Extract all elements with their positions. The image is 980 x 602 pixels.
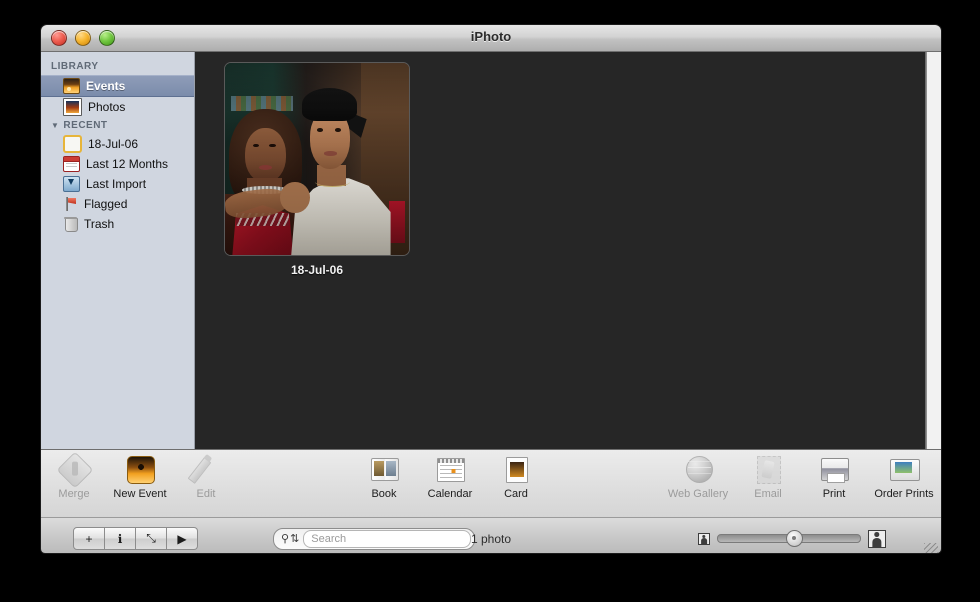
sidebar-item-events[interactable]: Events: [41, 75, 194, 97]
merge-icon: [58, 455, 90, 485]
calendar-button[interactable]: Calendar: [417, 455, 483, 500]
window-body: LIBRARY Events Photos ▼ RECENT 18-Jul-06: [41, 52, 941, 449]
resize-grip[interactable]: [924, 543, 938, 554]
email-button[interactable]: Email: [735, 455, 801, 500]
toolbar-group-middle: Book Calendar Card: [351, 455, 549, 500]
toolbar-group-right: Web Gallery Email Print Order Prints: [661, 455, 941, 500]
title-bar[interactable]: iPhoto: [41, 25, 941, 52]
merge-button[interactable]: Merge: [41, 455, 107, 500]
card-label: Card: [504, 488, 528, 500]
chevron-down-icon[interactable]: ▼: [51, 122, 59, 130]
sidebar-group-library-label: LIBRARY: [51, 61, 99, 72]
photos-icon: [63, 98, 82, 116]
web-gallery-icon: [682, 455, 714, 485]
web-gallery-label: Web Gallery: [668, 488, 728, 500]
sidebar-item-photos[interactable]: Photos: [41, 97, 194, 117]
sidebar-item-18-jul-06-label: 18-Jul-06: [88, 137, 138, 151]
edit-icon: [190, 455, 222, 485]
sidebar-item-trash[interactable]: Trash: [41, 214, 194, 234]
sidebar-item-last-import-label: Last Import: [86, 177, 146, 191]
window-title: iPhoto: [41, 29, 941, 44]
small-thumbnail-icon[interactable]: [698, 533, 710, 545]
sidebar-group-recent[interactable]: ▼ RECENT: [41, 117, 194, 134]
sidebar-item-flagged[interactable]: Flagged: [41, 194, 194, 214]
event-title[interactable]: 18-Jul-06: [224, 263, 410, 277]
book-label: Book: [371, 488, 396, 500]
sidebar-item-last-12-months-label: Last 12 Months: [86, 157, 168, 171]
print-icon: [818, 455, 850, 485]
new-event-icon: [124, 455, 156, 485]
iphoto-window: iPhoto LIBRARY Events Photos ▼ RECENT 1: [40, 24, 942, 554]
calendar-label: Calendar: [428, 488, 473, 500]
print-button[interactable]: Print: [801, 455, 867, 500]
card-icon: [500, 455, 532, 485]
new-event-label: New Event: [113, 488, 166, 500]
event-square-icon: [63, 135, 82, 153]
zoom-slider-group: [698, 530, 886, 548]
toolbar: Merge New Event Edit Book Calendar: [41, 449, 941, 518]
large-thumbnail-icon[interactable]: [868, 530, 886, 548]
events-icon: [63, 78, 80, 94]
edit-label: Edit: [197, 488, 216, 500]
zoom-slider[interactable]: [717, 534, 861, 543]
sidebar-item-last-import[interactable]: Last Import: [41, 174, 194, 194]
event-thumbnail[interactable]: [224, 62, 410, 256]
calendar-icon: [63, 156, 80, 172]
book-icon: [368, 455, 400, 485]
card-button[interactable]: Card: [483, 455, 549, 500]
order-prints-button[interactable]: Order Prints: [867, 455, 941, 500]
email-icon: [752, 455, 784, 485]
photo-canvas: 18-Jul-06: [195, 52, 941, 449]
zoom-slider-thumb[interactable]: [786, 530, 803, 547]
sidebar-item-18-jul-06[interactable]: 18-Jul-06: [41, 134, 194, 154]
edit-button[interactable]: Edit: [173, 455, 239, 500]
sidebar-item-trash-label: Trash: [84, 217, 114, 231]
print-label: Print: [823, 488, 846, 500]
sidebar-group-library: LIBRARY: [41, 58, 194, 75]
toolbar-group-left: Merge New Event Edit: [41, 455, 239, 500]
merge-label: Merge: [58, 488, 89, 500]
vertical-scrollbar[interactable]: [925, 52, 941, 449]
new-event-button[interactable]: New Event: [107, 455, 173, 500]
event-item[interactable]: 18-Jul-06: [224, 62, 410, 277]
import-icon: [63, 176, 80, 192]
order-prints-label: Order Prints: [874, 488, 933, 500]
sidebar-item-last-12-months[interactable]: Last 12 Months: [41, 154, 194, 174]
sidebar-group-recent-label: RECENT: [63, 120, 107, 131]
flag-icon: [63, 197, 78, 211]
order-prints-icon: [888, 455, 920, 485]
book-button[interactable]: Book: [351, 455, 417, 500]
trash-icon: [65, 218, 78, 232]
web-gallery-button[interactable]: Web Gallery: [661, 455, 735, 500]
calendar-icon: [434, 455, 466, 485]
photo-shading: [225, 63, 409, 255]
sidebar-item-flagged-label: Flagged: [84, 197, 127, 211]
email-label: Email: [754, 488, 782, 500]
sidebar-item-events-label: Events: [86, 79, 125, 93]
sidebar: LIBRARY Events Photos ▼ RECENT 18-Jul-06: [41, 52, 195, 449]
sidebar-item-photos-label: Photos: [88, 100, 125, 114]
status-bar: + ℹ ⤡ ▶ ⚲ ⇅ Search 1 photo: [41, 518, 941, 554]
